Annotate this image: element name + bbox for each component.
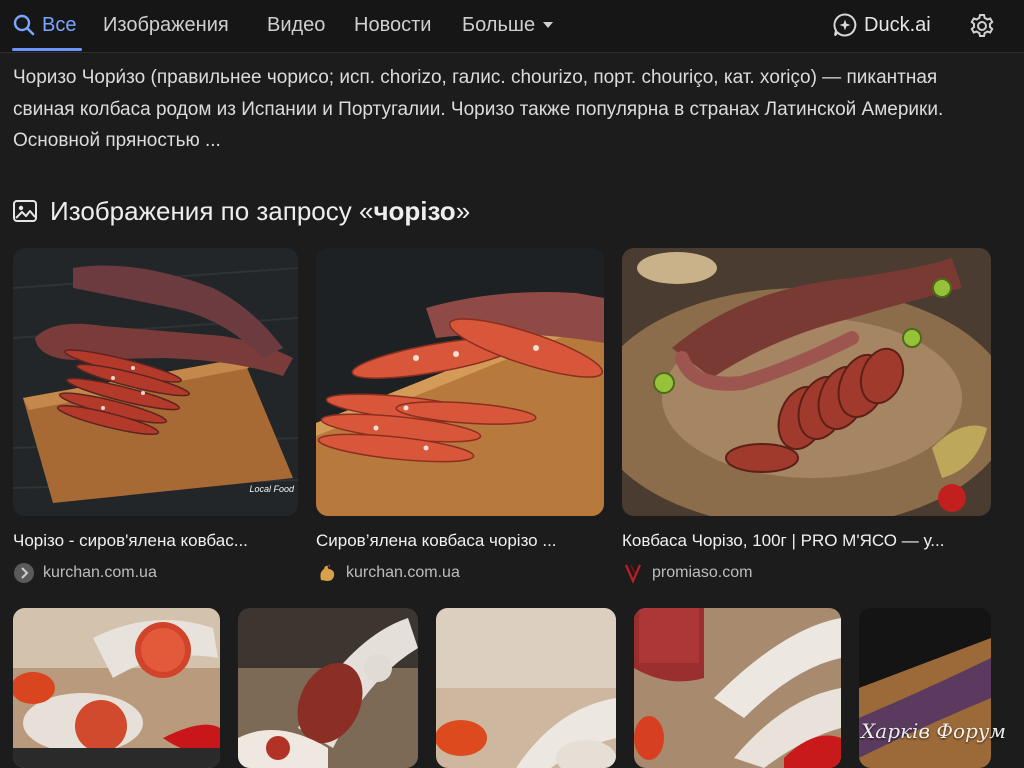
tab-news[interactable]: Новости <box>354 12 431 38</box>
images-section-heading: Изображения по запросу «чорізо» <box>50 196 470 227</box>
image-icon <box>13 200 37 222</box>
image-thumbnail[interactable] <box>316 248 604 516</box>
image-result-1-source[interactable]: kurchan.com.ua <box>13 562 157 584</box>
image-result-3[interactable] <box>622 248 991 516</box>
source-domain: kurchan.com.ua <box>346 564 460 581</box>
chorizo-photo <box>436 608 616 768</box>
source-domain: promiaso.com <box>652 564 753 581</box>
image-result-1[interactable]: Local Food <box>13 248 298 516</box>
image-result-3-caption[interactable]: Ковбаса Чорізо, 100г | PRO М'ЯСО — у... <box>622 531 991 551</box>
chorizo-photo <box>13 248 298 516</box>
image-result-5[interactable] <box>238 608 418 768</box>
image-result-8[interactable] <box>859 608 991 768</box>
image-result-6[interactable] <box>436 608 616 768</box>
duck-ai-button[interactable]: Duck.ai <box>832 12 931 38</box>
top-navigation-bar: Все Изображения Видео Новости Больше Duc… <box>0 0 1024 53</box>
heading-prefix: Изображения по запросу « <box>50 195 374 226</box>
image-result-2-source[interactable]: kurchan.com.ua <box>316 562 460 584</box>
tab-video-label: Видео <box>267 13 326 36</box>
wikipedia-snippet: Чоризо Чори́зо (правильнее чорисо; исп. … <box>13 67 944 151</box>
rooster-favicon-icon <box>320 564 335 581</box>
search-icon <box>13 14 35 36</box>
tab-more[interactable]: Больше <box>462 12 555 38</box>
photo-overlay-text: Local Food <box>249 484 294 494</box>
image-result-2[interactable] <box>316 248 604 516</box>
chevron-down-icon <box>543 22 554 28</box>
gear-icon <box>970 14 994 37</box>
tab-video[interactable]: Видео <box>267 12 325 38</box>
image-thumbnail[interactable] <box>238 608 418 768</box>
image-thumbnail[interactable] <box>634 608 841 768</box>
tab-all-label: Все <box>42 13 77 36</box>
promiaso-favicon-icon <box>624 564 642 584</box>
image-thumbnail[interactable] <box>859 608 991 768</box>
image-thumbnail[interactable]: Local Food <box>13 248 298 516</box>
active-tab-indicator <box>12 48 82 51</box>
chorizo-photo <box>13 608 220 768</box>
chorizo-photo <box>622 248 991 516</box>
globe-favicon-icon <box>14 563 34 583</box>
image-result-4[interactable] <box>13 608 220 768</box>
source-domain: kurchan.com.ua <box>43 564 157 581</box>
image-thumbnail[interactable] <box>622 248 991 516</box>
image-result-1-caption[interactable]: Чорізо - сиров'ялена ковбас... <box>13 531 298 551</box>
chorizo-photo <box>316 248 604 516</box>
chorizo-photo <box>634 608 841 768</box>
image-thumbnail[interactable] <box>13 608 220 768</box>
heading-suffix: » <box>455 195 471 226</box>
tab-images[interactable]: Изображения <box>103 12 229 38</box>
heading-query: чорізо <box>373 195 456 226</box>
tab-more-label: Больше <box>462 13 536 36</box>
chat-sparkle-icon <box>833 13 857 37</box>
image-result-3-source[interactable]: promiaso.com <box>622 562 752 584</box>
image-result-7[interactable] <box>634 608 841 768</box>
chorizo-photo <box>859 608 991 768</box>
tab-news-label: Новости <box>354 13 432 36</box>
image-result-2-caption[interactable]: Сиров’ялена ковбаса чорізо ... <box>316 531 604 551</box>
duck-ai-label: Duck.ai <box>864 13 931 36</box>
settings-button[interactable] <box>968 12 996 45</box>
image-thumbnail[interactable] <box>436 608 616 768</box>
images-section-title[interactable]: Изображения по запросу «чорізо» <box>12 193 470 229</box>
forum-watermark: Харків Форум <box>861 719 1006 743</box>
tab-images-label: Изображения <box>103 13 229 36</box>
tab-all[interactable]: Все <box>12 12 76 38</box>
chorizo-photo <box>238 608 418 768</box>
